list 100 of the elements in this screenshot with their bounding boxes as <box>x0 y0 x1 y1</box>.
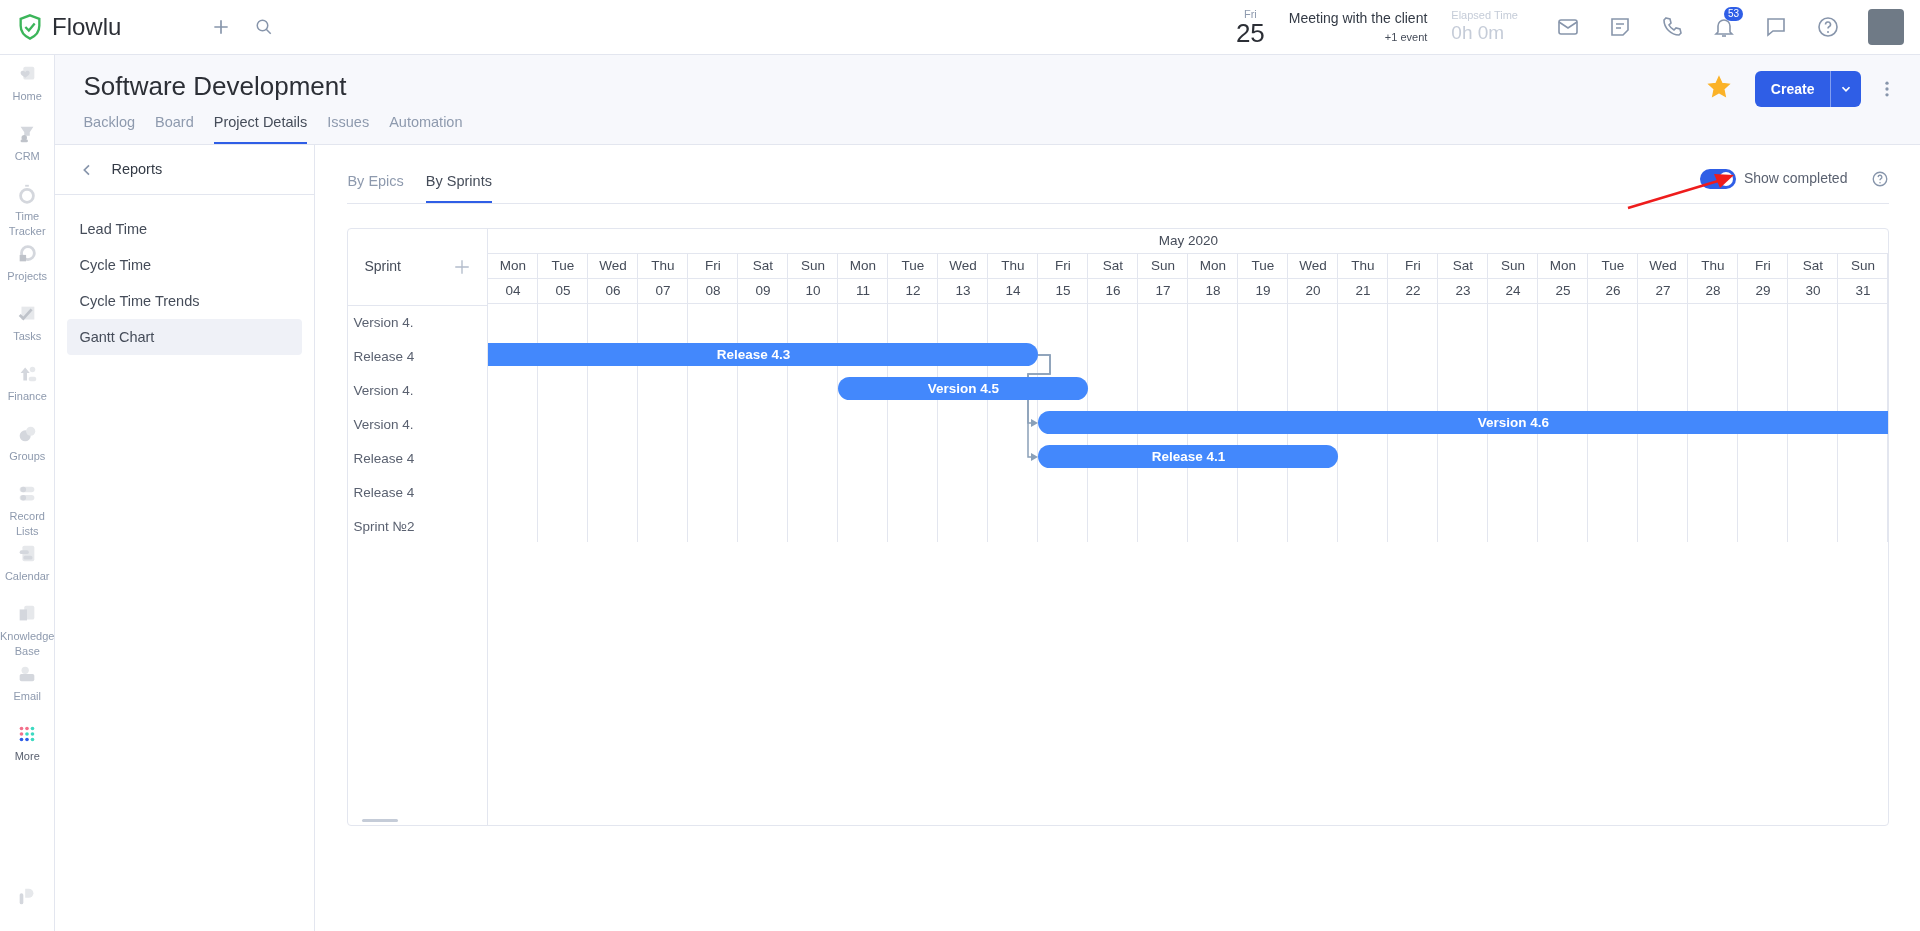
date-header: 19 <box>1238 278 1289 303</box>
report-item[interactable]: Cycle Time Trends <box>67 283 303 319</box>
nav-label[interactable]: Projects <box>7 269 48 284</box>
weekday-header: Mon <box>1538 253 1589 278</box>
report-item[interactable]: Gantt Chart <box>67 319 303 355</box>
date-weekday: Fri <box>1243 8 1257 20</box>
row-label[interactable]: Release 4 <box>348 339 488 374</box>
date-header: 08 <box>688 278 739 303</box>
date-header: 12 <box>888 278 939 303</box>
weekday-header: Sat <box>1088 253 1139 278</box>
date-header: 09 <box>738 278 789 303</box>
gantt-bar[interactable]: Release 4.3 <box>488 342 1039 366</box>
weekday-header: Fri <box>1038 253 1089 278</box>
date-header: 06 <box>588 278 639 303</box>
gantt-bar[interactable]: Version 4.6 <box>1038 410 1889 434</box>
phone-icon[interactable] <box>1660 15 1684 39</box>
add-icon[interactable] <box>453 257 472 276</box>
date-header: 31 <box>1838 278 1889 303</box>
weekday-header: Thu <box>638 253 689 278</box>
row-label[interactable]: Version 4. <box>348 305 488 340</box>
report-item[interactable]: Cycle Time <box>67 247 303 283</box>
date-header: 10 <box>788 278 839 303</box>
nav-tab[interactable]: Project Details <box>213 111 308 144</box>
weekday-header: Fri <box>1388 253 1439 278</box>
view-tab[interactable]: By Epics <box>347 155 404 203</box>
panel-title: Reports <box>111 159 163 179</box>
row-label[interactable]: Sprint №2 <box>348 509 488 544</box>
star-icon[interactable] <box>1706 75 1731 99</box>
nav-label[interactable]: Tasks <box>13 329 42 344</box>
date-header: 24 <box>1488 278 1539 303</box>
toggle-label: Show completed <box>1743 169 1848 189</box>
weekday-header: Tue <box>888 253 939 278</box>
nav-label[interactable]: Time Tracker <box>0 209 55 239</box>
date-header: 11 <box>838 278 889 303</box>
note-icon[interactable] <box>1608 15 1632 39</box>
nav-label[interactable]: Finance <box>7 389 47 404</box>
gantt-bar[interactable]: Release 4.1 <box>1038 444 1339 468</box>
view-tab[interactable]: By Sprints <box>425 155 492 203</box>
weekday-header: Wed <box>1288 253 1339 278</box>
weekday-header: Fri <box>688 253 739 278</box>
nav-label[interactable]: Knowledge Base <box>0 629 55 659</box>
nav-tab[interactable]: Board <box>155 111 194 144</box>
chat-icon[interactable] <box>1764 15 1788 39</box>
date-day: 25 <box>1235 19 1265 46</box>
help-icon[interactable] <box>1871 169 1890 188</box>
date-header: 04 <box>488 278 539 303</box>
weekday-header: Mon <box>488 253 539 278</box>
weekday-header: Tue <box>1588 253 1639 278</box>
weekday-header: Wed <box>938 253 989 278</box>
date-header: 15 <box>1038 278 1089 303</box>
timer-value: 0h 0m <box>1451 22 1506 45</box>
help-icon[interactable] <box>1816 15 1840 39</box>
nav-tab[interactable]: Issues <box>327 111 370 144</box>
timer-label: Elapsed Time <box>1451 9 1518 23</box>
date-header: 23 <box>1438 278 1489 303</box>
report-item[interactable]: Lead Time <box>67 211 303 247</box>
date-header: 21 <box>1338 278 1389 303</box>
create-button[interactable]: Create <box>1754 71 1862 107</box>
date-header: 07 <box>638 278 689 303</box>
nav-label[interactable]: CRM <box>14 149 40 164</box>
search-icon[interactable] <box>255 18 274 36</box>
weekday-header: Wed <box>1638 253 1689 278</box>
event-more[interactable]: +1 event <box>1384 29 1428 46</box>
row-label[interactable]: Release 4 <box>348 475 488 510</box>
weekday-header: Sun <box>1138 253 1189 278</box>
nav-label[interactable]: Home <box>12 89 42 104</box>
date-header: 14 <box>988 278 1039 303</box>
weekday-header: Mon <box>838 253 889 278</box>
weekday-header: Thu <box>1338 253 1389 278</box>
month-label: May 2020 <box>1157 231 1220 250</box>
column-header: Sprint <box>364 257 401 277</box>
row-label[interactable]: Version 4. <box>348 407 488 442</box>
nav-tab[interactable]: Backlog <box>83 111 136 144</box>
nav-label[interactable]: Email <box>13 689 41 704</box>
date-header: 17 <box>1138 278 1189 303</box>
row-label[interactable]: Version 4. <box>348 373 488 408</box>
nav-label[interactable]: Calendar <box>4 569 50 584</box>
avatar-placeholder[interactable] <box>1868 9 1904 45</box>
date-header: 30 <box>1788 278 1839 303</box>
date-header: 26 <box>1588 278 1639 303</box>
row-label[interactable]: Release 4 <box>348 441 488 476</box>
gantt-bar[interactable]: Version 4.5 <box>838 376 1089 400</box>
logo-text: Flowlu <box>52 12 122 42</box>
nav-tab[interactable]: Automation <box>389 111 463 144</box>
scrollbar-thumb[interactable] <box>362 818 399 822</box>
date-header: 29 <box>1738 278 1789 303</box>
date-header: 20 <box>1288 278 1339 303</box>
weekday-header: Thu <box>988 253 1039 278</box>
weekday-header: Sat <box>1788 253 1839 278</box>
page-title: Software Development <box>83 70 348 103</box>
event-title[interactable]: Meeting with the client <box>1288 8 1428 30</box>
weekday-header: Mon <box>1188 253 1239 278</box>
weekday-header: Sun <box>1488 253 1539 278</box>
nav-label[interactable]: More <box>14 749 40 764</box>
date-header: 28 <box>1688 278 1739 303</box>
notification-count: 53 <box>1724 7 1744 21</box>
weekday-header: Wed <box>588 253 639 278</box>
nav-label[interactable]: Groups <box>9 449 46 464</box>
nav-label[interactable]: Record Lists <box>0 509 55 539</box>
weekday-header: Sat <box>738 253 789 278</box>
